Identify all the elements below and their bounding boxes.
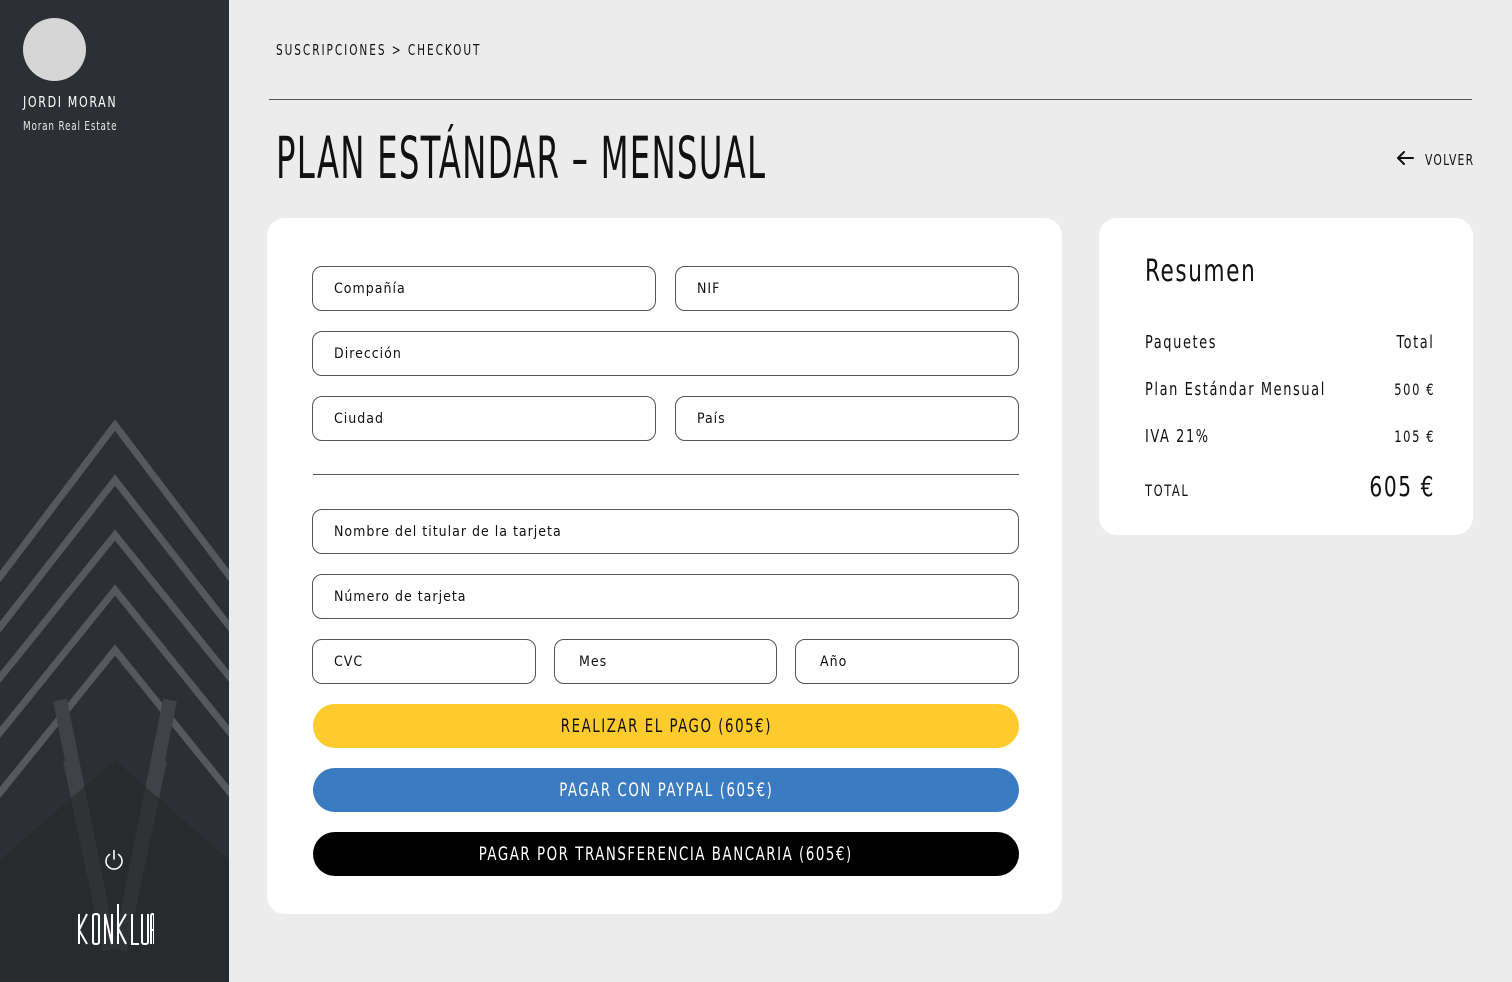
back-button[interactable]: VOLVER	[1396, 150, 1487, 170]
summary-row-label: Plan Estándar Mensual	[1145, 379, 1326, 400]
company-field[interactable]	[312, 266, 656, 311]
konklua-logo	[76, 902, 155, 950]
summary-total-row: TOTAL 605 €	[1145, 470, 1435, 503]
country-input[interactable]	[697, 410, 1018, 427]
summary-row-value: 105 €	[1394, 427, 1435, 446]
summary-row: Plan Estándar Mensual 500 €	[1145, 379, 1435, 400]
summary-header-row: Paquetes Total	[1145, 332, 1435, 353]
city-input[interactable]	[334, 410, 655, 427]
country-field[interactable]	[675, 396, 1019, 441]
summary-title: Resumen	[1145, 254, 1257, 289]
address-input[interactable]	[334, 345, 1018, 362]
form-divider	[313, 474, 1019, 475]
sidebar: JORDI MORAN Moran Real Estate	[0, 0, 229, 982]
card-number-field[interactable]	[312, 574, 1019, 619]
paypal-button[interactable]: PAGAR CON PAYPAL (605€)	[313, 768, 1019, 812]
nif-field[interactable]	[675, 266, 1019, 311]
user-name: JORDI MORAN	[23, 93, 118, 111]
pay-button[interactable]: REALIZAR EL PAGO (605€)	[313, 704, 1019, 748]
cardholder-field[interactable]	[312, 509, 1019, 554]
header-divider	[269, 99, 1472, 100]
back-label: VOLVER	[1425, 151, 1475, 169]
address-field[interactable]	[312, 331, 1019, 376]
summary-header-right: Total	[1396, 332, 1435, 353]
summary-card: Resumen Paquetes Total Plan Estándar Men…	[1099, 218, 1473, 535]
summary-total-value: 605 €	[1369, 470, 1435, 503]
summary-header-left: Paquetes	[1145, 332, 1218, 353]
bank-transfer-button[interactable]: PAGAR POR TRANSFERENCIA BANCARIA (605€)	[313, 832, 1019, 876]
cardholder-input[interactable]	[334, 523, 1018, 540]
summary-row-label: IVA 21%	[1145, 426, 1210, 447]
year-field[interactable]	[795, 639, 1019, 684]
building-background-image	[0, 0, 229, 982]
cvc-field[interactable]	[312, 639, 536, 684]
year-input[interactable]	[820, 653, 1018, 670]
summary-row-value: 500 €	[1394, 380, 1435, 399]
card-number-input[interactable]	[334, 588, 1018, 605]
cvc-input[interactable]	[334, 653, 535, 670]
paypal-button-label: PAGAR CON PAYPAL (605€)	[558, 779, 774, 801]
power-icon[interactable]	[102, 848, 126, 872]
checkout-form: REALIZAR EL PAGO (605€) PAGAR CON PAYPAL…	[267, 218, 1062, 914]
avatar[interactable]	[23, 18, 86, 81]
breadcrumb: SUSCRIPCIONES > CHECKOUT	[276, 41, 482, 59]
nif-input[interactable]	[697, 280, 1018, 297]
city-field[interactable]	[312, 396, 656, 441]
month-field[interactable]	[554, 639, 777, 684]
company-input[interactable]	[334, 280, 655, 297]
arrow-left-icon	[1396, 150, 1414, 170]
page-title: PLAN ESTÁNDAR – MENSUAL	[276, 124, 767, 192]
user-company: Moran Real Estate	[23, 119, 118, 133]
bank-transfer-button-label: PAGAR POR TRANSFERENCIA BANCARIA (605€)	[478, 843, 854, 865]
summary-row: IVA 21% 105 €	[1145, 426, 1435, 447]
pay-button-label: REALIZAR EL PAGO (605€)	[560, 715, 772, 737]
month-input[interactable]	[579, 653, 776, 670]
summary-total-label: TOTAL	[1145, 481, 1190, 500]
